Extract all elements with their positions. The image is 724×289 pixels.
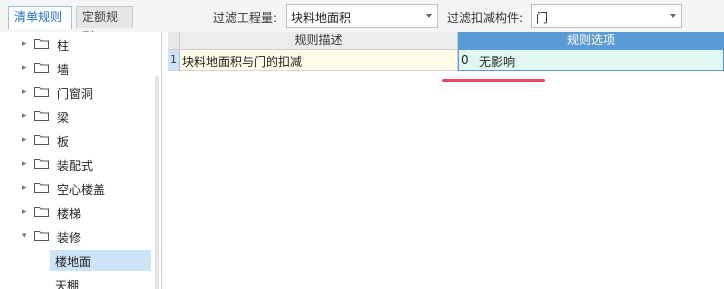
tree-folder-wall[interactable]: ▸ 墙	[0, 56, 160, 80]
toolbar: 清单规则 定额规则 过滤工程量: 块料地面积 过滤扣减构件: 门	[0, 0, 724, 44]
tree-folder-label: 墙	[57, 63, 70, 77]
chevron-right-icon[interactable]: ▸	[22, 160, 30, 169]
folder-icon	[34, 63, 49, 73]
option-code: 0	[461, 53, 469, 67]
tree-folder-label: 装修	[57, 231, 82, 245]
column-header-description[interactable]: 规则描述	[180, 32, 458, 50]
filter-quantity-label: 过滤工程量:	[213, 11, 278, 25]
tree-folder-label: 门窗洞	[57, 87, 94, 101]
filter-component-value: 门	[536, 11, 549, 25]
chevron-down-icon[interactable]: ▾	[22, 232, 30, 241]
tab-bill-rules[interactable]: 清单规则	[8, 6, 72, 29]
tree-folder-hollow-floor[interactable]: ▸ 空心楼盖	[0, 176, 160, 200]
tree-leaf-ceiling[interactable]: 天棚	[50, 274, 151, 289]
chevron-right-icon[interactable]: ▸	[22, 136, 30, 145]
tree-folder-prefab[interactable]: ▸ 装配式	[0, 152, 160, 176]
chevron-down-icon	[426, 14, 432, 18]
tree-folder-openings[interactable]: ▸ 门窗洞	[0, 80, 160, 104]
tab-quota-rules[interactable]: 定额规则	[76, 6, 133, 44]
tree-folder-slab[interactable]: ▸ 板	[0, 128, 160, 152]
filter-component-label: 过滤扣减构件:	[447, 11, 524, 25]
column-header-option[interactable]: 规则选项	[458, 32, 724, 50]
tree-scrollbar[interactable]	[155, 76, 159, 289]
component-tree: ▸ 柱 ▸ 墙 ▸ 门窗洞 ▸ 梁 ▸ 板 ▸ 装配式 ▸ 空心楼盖 ▸ 楼梯 …	[0, 32, 162, 289]
folder-icon	[34, 159, 49, 169]
filter-component-select[interactable]: 门	[531, 4, 682, 28]
tree-leaf-label: 楼地面	[55, 255, 92, 269]
folder-icon	[34, 87, 49, 97]
rules-grid: 规则描述 规则选项 1 块料地面积与门的扣减 0 无影响	[168, 32, 724, 289]
tree-folder-column[interactable]: ▸ 柱	[0, 32, 160, 56]
chevron-right-icon[interactable]: ▸	[22, 88, 30, 97]
grid-corner	[168, 32, 180, 50]
row-number[interactable]: 1	[168, 50, 180, 71]
tree-folder-beam[interactable]: ▸ 梁	[0, 104, 160, 128]
chevron-right-icon[interactable]: ▸	[22, 208, 30, 217]
tree-folder-decoration[interactable]: ▾ 装修	[0, 224, 160, 248]
folder-icon	[34, 183, 49, 193]
chevron-right-icon[interactable]: ▸	[22, 64, 30, 73]
chevron-right-icon[interactable]: ▸	[22, 40, 30, 49]
folder-icon	[34, 207, 49, 217]
tree-folder-label: 柱	[57, 39, 70, 53]
tree-leaf-floor[interactable]: 楼地面	[50, 250, 151, 271]
tree-folder-label: 装配式	[57, 159, 94, 173]
chevron-down-icon	[670, 14, 676, 18]
tree-folder-label: 板	[57, 135, 70, 149]
option-text: 无影响	[479, 55, 516, 69]
tree-folder-label: 空心楼盖	[57, 183, 106, 197]
filter-quantity-select[interactable]: 块料地面积	[286, 4, 438, 28]
tree-folder-label: 楼梯	[57, 207, 82, 221]
chevron-right-icon[interactable]: ▸	[22, 184, 30, 193]
chevron-right-icon[interactable]: ▸	[22, 112, 30, 121]
table-cell-description[interactable]: 块料地面积与门的扣减	[180, 50, 458, 71]
folder-icon	[34, 111, 49, 121]
filter-quantity-value: 块料地面积	[291, 11, 352, 25]
tree-folder-label: 梁	[57, 111, 70, 125]
cell-description-text: 块料地面积与门的扣减	[182, 55, 303, 69]
folder-icon	[34, 135, 49, 145]
folder-icon	[34, 39, 49, 49]
table-cell-option[interactable]: 0 无影响	[458, 50, 724, 71]
tree-folder-stairs[interactable]: ▸ 楼梯	[0, 200, 160, 224]
annotation-underline	[442, 79, 545, 82]
tree-leaf-label: 天棚	[55, 279, 80, 289]
folder-icon	[34, 231, 49, 241]
